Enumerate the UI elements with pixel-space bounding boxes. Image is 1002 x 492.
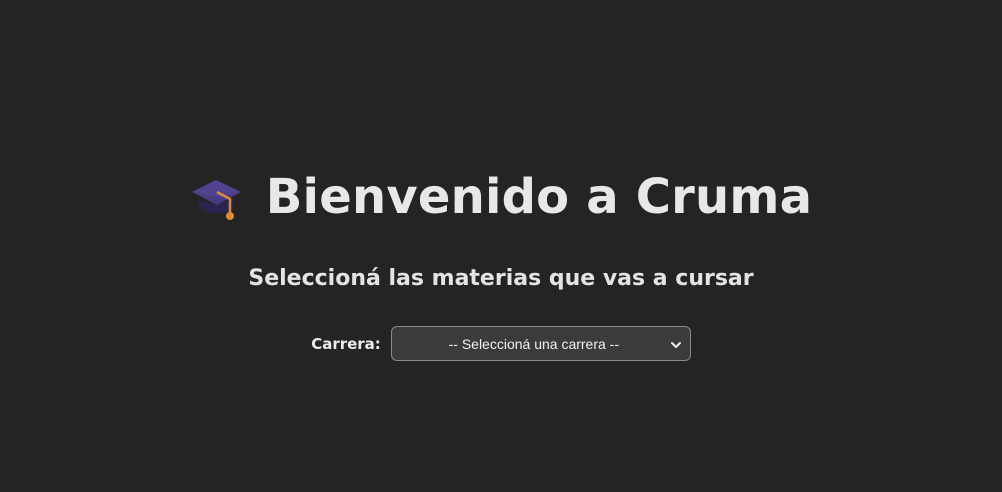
- career-select-value: -- Seleccioná una carrera --: [448, 335, 620, 352]
- page-subtitle: Seleccioná las materias que vas a cursar: [248, 266, 754, 291]
- page: Bienvenido a Cruma Seleccioná las materi…: [0, 0, 1002, 492]
- graduation-cap-icon: [190, 170, 244, 224]
- page-title: Bienvenido a Cruma: [265, 169, 813, 225]
- career-field: Carrera: -- Seleccioná una carrera --: [0, 326, 1002, 361]
- header: Bienvenido a Cruma: [0, 170, 1002, 224]
- chevron-down-icon: [670, 338, 682, 350]
- career-label: Carrera:: [311, 334, 381, 353]
- career-select[interactable]: -- Seleccioná una carrera --: [390, 326, 691, 361]
